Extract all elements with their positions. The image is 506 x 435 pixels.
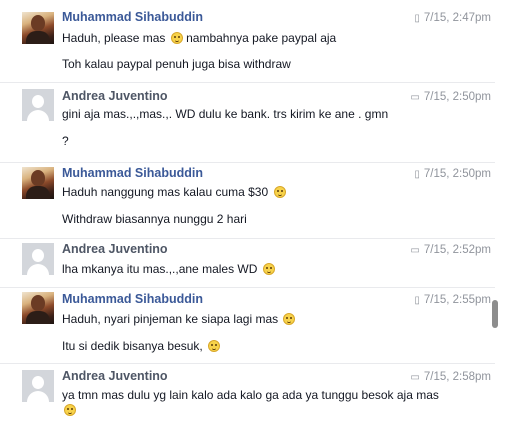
message-group: Muhammad Sihabuddin ▯ 7/15, 2:50pm Haduh … <box>0 162 495 239</box>
message-text: ? <box>62 134 69 148</box>
message-thread: Muhammad Sihabuddin ▯ 7/15, 2:47pm Haduh,… <box>0 0 495 434</box>
timestamp: ▭ 7/15, 2:50pm <box>410 91 491 103</box>
mobile-icon: ▯ <box>414 295 420 306</box>
message-text: Haduh, please mas nambahnya pake paypal … <box>62 31 337 45</box>
smiley-icon <box>273 186 286 198</box>
timestamp: ▯ 7/15, 2:55pm <box>414 294 491 306</box>
message-group: Andrea Juventino ▭ 7/15, 2:58pm ya tmn ma… <box>0 363 495 435</box>
sender-name[interactable]: Andrea Juventino <box>62 242 168 256</box>
smiley-icon <box>64 404 76 416</box>
timestamp: ▭ 7/15, 2:52pm <box>410 244 491 256</box>
sender-name[interactable]: Muhammad Sihabuddin <box>62 166 203 180</box>
chat-icon: ▭ <box>410 92 420 103</box>
timestamp: ▯ 7/15, 2:47pm <box>414 12 491 24</box>
sender-name[interactable]: Muhammad Sihabuddin <box>62 292 203 306</box>
avatar[interactable] <box>22 12 54 44</box>
message-group: Andrea Juventino ▭ 7/15, 2:50pm gini aja … <box>0 82 495 163</box>
avatar[interactable] <box>22 370 54 402</box>
message-group: Muhammad Sihabuddin ▯ 7/15, 2:47pm Haduh,… <box>0 0 495 82</box>
smiley-icon <box>283 313 296 325</box>
timestamp: ▭ 7/15, 2:58pm <box>410 371 491 383</box>
smiley-icon <box>170 32 183 44</box>
chat-icon: ▭ <box>410 245 420 256</box>
message-text: Toh kalau paypal penuh juga bisa withdra… <box>62 57 291 71</box>
avatar[interactable] <box>22 292 54 324</box>
mobile-icon: ▯ <box>414 13 420 24</box>
message-text: gini aja mas.,.,mas.,. WD dulu ke bank. … <box>62 107 389 121</box>
message-text: ya tmn mas dulu yg lain kalo ada kalo ga… <box>62 388 442 418</box>
message-text: Withdraw biasannya nunggu 2 hari <box>62 212 247 226</box>
smiley-icon <box>262 263 275 275</box>
avatar[interactable] <box>22 89 54 121</box>
timestamp: ▯ 7/15, 2:50pm <box>414 168 491 180</box>
message-text: lha mkanya itu mas.,.,ane males WD <box>62 262 275 276</box>
message-text: Itu si dedik bisanya besuk, <box>62 339 221 353</box>
mobile-icon: ▯ <box>414 169 420 180</box>
avatar[interactable] <box>22 167 54 199</box>
sender-name[interactable]: Muhammad Sihabuddin <box>62 10 203 24</box>
message-group: Muhammad Sihabuddin ▯ 7/15, 2:55pm Haduh,… <box>0 287 495 364</box>
scrollbar-thumb[interactable] <box>492 300 498 328</box>
message-text: Haduh, nyari pinjeman ke siapa lagi mas <box>62 312 296 326</box>
smiley-icon <box>208 340 221 352</box>
sender-name[interactable]: Andrea Juventino <box>62 89 168 103</box>
message-group: Andrea Juventino ▭ 7/15, 2:52pm lha mkany… <box>0 238 495 288</box>
message-text: Haduh nanggung mas kalau cuma $30 <box>62 185 286 199</box>
chat-icon: ▭ <box>410 372 420 383</box>
sender-name[interactable]: Andrea Juventino <box>62 369 168 383</box>
avatar[interactable] <box>22 243 54 275</box>
